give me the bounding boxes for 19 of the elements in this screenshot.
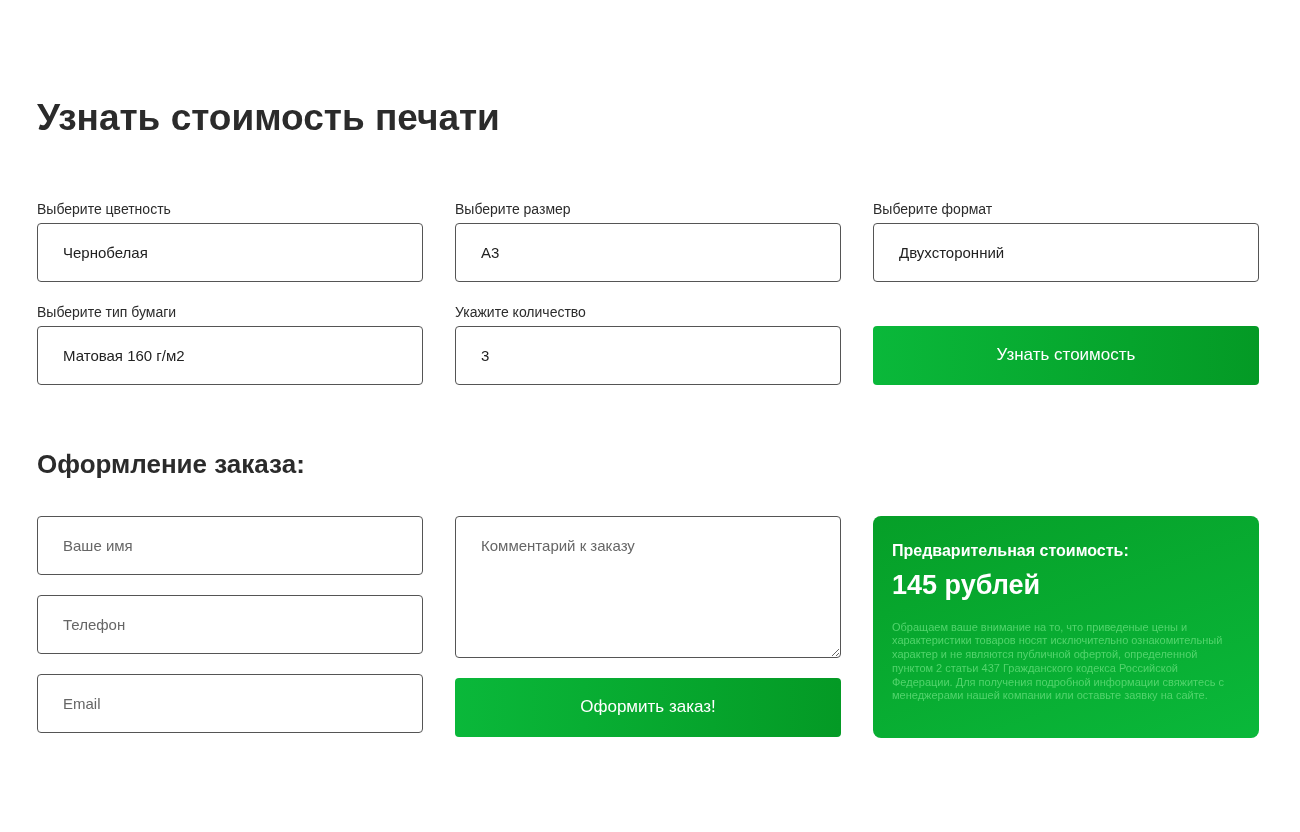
- comment-field[interactable]: Комментарий к заказу: [455, 515, 841, 658]
- price-label: Предварительная стоимость:: [892, 541, 1129, 560]
- field-label: Выберите размер: [455, 200, 571, 218]
- input-field[interactable]: Email: [37, 673, 423, 733]
- field-label: Выберите цветность: [37, 200, 171, 218]
- section-heading: Оформление заказа:: [37, 448, 306, 480]
- input-field[interactable]: Телефон: [37, 594, 423, 654]
- select-field[interactable]: 3: [455, 325, 841, 385]
- field-label: Выберите тип бумаги: [37, 303, 177, 321]
- disclaimer-text: Обращаем ваше внимание на то, что приведеные цены и характеристики товаров носят исключительно ознакомительный характер и не являются публичной офертой, определенной пунктом 2 статьи 437 Гражданского кодекса Российской Федерации. Для получения подробной информации свяжитесь с менеджерами нашей компании или оставьте заявку на сайте.: [892, 620, 1225, 704]
- field-label: Выберите формат: [873, 200, 993, 218]
- field-label: Укажите количество: [455, 303, 586, 321]
- price-value: 145 рублей: [892, 569, 1041, 601]
- select-field[interactable]: Двухсторонний: [873, 222, 1259, 282]
- page-title: Узнать стоимость печати: [37, 98, 501, 139]
- select-field[interactable]: А3: [455, 222, 841, 282]
- input-field[interactable]: Ваше имя: [37, 515, 423, 575]
- select-field[interactable]: Матовая 160 г/м2: [37, 325, 423, 385]
- select-field[interactable]: Чернобелая: [37, 222, 423, 282]
